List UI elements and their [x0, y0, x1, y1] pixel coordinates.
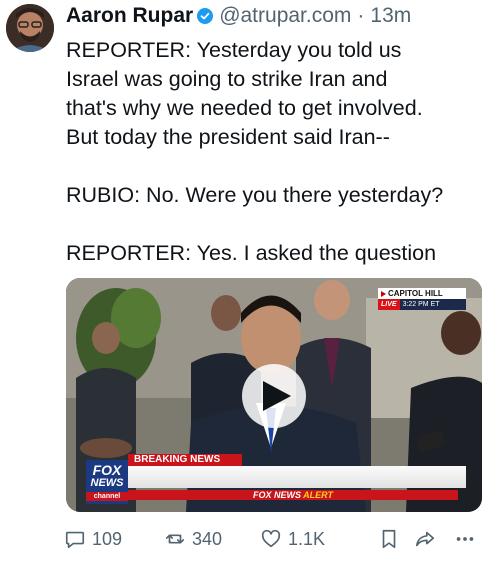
logo-channel: channel — [86, 492, 128, 501]
reply-icon — [65, 531, 85, 549]
alert-prefix: FOX NEWS — [252, 490, 301, 500]
author-name[interactable]: Aaron Rupar — [66, 4, 193, 28]
timestamp[interactable]: 13m — [370, 4, 411, 28]
more-icon — [456, 537, 474, 541]
news-alert-bar: FOX NEWS ALERT — [128, 490, 458, 500]
bookmark-icon — [382, 529, 396, 549]
tweet-line-blank — [66, 210, 491, 239]
live-bar: LIVE 3:22 PM ET — [378, 299, 466, 310]
verified-icon — [197, 8, 214, 24]
logo-fox: FOX — [92, 462, 122, 478]
tweet-text: REPORTER: Yesterday you told us Israel w… — [66, 36, 491, 268]
avatar[interactable] — [6, 4, 54, 52]
tweet-line: Israel was going to strike Iran and — [66, 67, 388, 91]
tweet-line: REPORTER: Yes. I asked the question — [66, 241, 437, 265]
repost-icon — [165, 534, 185, 544]
repost-count: 340 — [192, 528, 223, 549]
more-button[interactable] — [454, 528, 476, 550]
separator: · — [357, 4, 365, 27]
bookmark-button[interactable] — [378, 528, 400, 550]
tweet-header: Aaron Rupar @atrupar.com · 13m — [66, 2, 492, 30]
location-chyron: CAPITOL HILL LIVE 3:22 PM ET — [378, 288, 466, 310]
logo-news: NEWS — [90, 477, 124, 489]
lower-third-bar — [128, 466, 466, 488]
like-icon — [261, 529, 281, 548]
play-icon — [262, 381, 291, 411]
action-bar: 109 340 1.1K — [60, 522, 490, 556]
tweet-line: REPORTER: Yesterday you told us — [66, 38, 402, 62]
breaking-news-label: BREAKING NEWS — [128, 454, 242, 466]
fox-news-logo: FOX NEWS channel — [86, 460, 128, 504]
broadcast-time: 3:22 PM ET — [402, 301, 440, 308]
live-badge: LIVE — [378, 299, 400, 310]
tweet-line: But today the president said Iran-- — [66, 125, 390, 149]
share-button[interactable] — [414, 528, 436, 550]
video-player[interactable]: CAPITOL HILL LIVE 3:22 PM ET FOX NEWS ch… — [66, 278, 482, 512]
tweet-line: that's why we needed to get involved. — [66, 96, 423, 120]
play-button[interactable] — [242, 364, 306, 428]
alert-word: ALERT — [303, 490, 334, 500]
tweet-line: RUBIO: No. Were you there yesterday? — [66, 183, 444, 207]
reply-button[interactable]: 109 — [64, 528, 122, 550]
tweet-line-blank — [66, 152, 491, 181]
like-button[interactable]: 1.1K — [260, 528, 325, 550]
like-count: 1.1K — [288, 528, 326, 549]
reply-count: 109 — [92, 528, 123, 549]
location-label: CAPITOL HILL — [378, 288, 466, 299]
share-icon — [415, 531, 435, 547]
repost-button[interactable]: 340 — [164, 528, 222, 550]
author-handle[interactable]: @atrupar.com — [219, 4, 351, 28]
